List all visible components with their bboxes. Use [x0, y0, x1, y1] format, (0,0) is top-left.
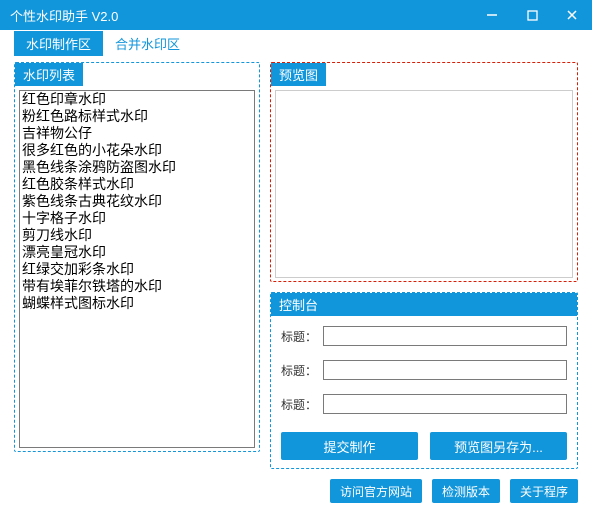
- preview-image-area: [275, 90, 573, 278]
- list-item[interactable]: 吉祥物公仔: [20, 125, 254, 142]
- maximize-button[interactable]: [512, 0, 552, 30]
- submit-label: 提交制作: [323, 440, 375, 455]
- tab-merge[interactable]: 合并水印区: [103, 31, 192, 56]
- list-item[interactable]: 十字格子水印: [20, 210, 254, 227]
- window-title: 个性水印助手 V2.0: [10, 6, 472, 25]
- list-item[interactable]: 很多红色的小花朵水印: [20, 142, 254, 159]
- close-icon: [566, 9, 578, 21]
- close-button[interactable]: [552, 0, 592, 30]
- list-item[interactable]: 带有埃菲尔铁塔的水印: [20, 278, 254, 295]
- console-body: 标题： 标题： 标题： 提交制作 预览图另存为...: [271, 316, 577, 468]
- console-panel-label: 控制台: [271, 293, 577, 316]
- footer: 访问官方网站 检测版本 关于程序: [0, 475, 592, 511]
- field2-label: 标题：: [281, 362, 317, 379]
- website-label: 访问官方网站: [340, 485, 412, 499]
- list-item[interactable]: 红色印章水印: [20, 91, 254, 108]
- list-item[interactable]: 蝴蝶样式图标水印: [20, 295, 254, 312]
- minimize-button[interactable]: [472, 0, 512, 30]
- minimize-icon: [486, 9, 498, 21]
- list-item[interactable]: 红色胶条样式水印: [20, 176, 254, 193]
- checkver-label: 检测版本: [442, 485, 490, 499]
- form-row-3: 标题：: [281, 394, 567, 414]
- console-panel: 控制台 标题： 标题： 标题： 提交制作 预览图另存为...: [270, 292, 578, 469]
- maximize-icon: [527, 10, 538, 21]
- preview-panel-label: 预览图: [271, 63, 326, 86]
- form-row-2: 标题：: [281, 360, 567, 380]
- list-item[interactable]: 剪刀线水印: [20, 227, 254, 244]
- title-input-1[interactable]: [323, 326, 567, 346]
- list-panel-label: 水印列表: [15, 63, 83, 86]
- about-button[interactable]: 关于程序: [510, 479, 578, 503]
- list-item[interactable]: 漂亮皇冠水印: [20, 244, 254, 261]
- tab-label: 水印制作区: [26, 37, 91, 52]
- watermark-listbox[interactable]: 红色印章水印粉红色路标样式水印吉祥物公仔很多红色的小花朵水印黑色线条涂鸦防盗图水…: [19, 90, 255, 448]
- submit-button[interactable]: 提交制作: [281, 432, 418, 460]
- right-panel: 预览图 控制台 标题： 标题： 标题： 提交制作: [270, 62, 578, 469]
- list-item[interactable]: 红绿交加彩条水印: [20, 261, 254, 278]
- saveas-label: 预览图另存为...: [454, 440, 543, 455]
- tabbar: 水印制作区 合并水印区: [0, 30, 592, 56]
- list-item[interactable]: 紫色线条古典花纹水印: [20, 193, 254, 210]
- tab-label: 合并水印区: [115, 37, 180, 52]
- list-item[interactable]: 粉红色路标样式水印: [20, 108, 254, 125]
- list-item[interactable]: 黑色线条涂鸦防盗图水印: [20, 159, 254, 176]
- save-as-button[interactable]: 预览图另存为...: [430, 432, 567, 460]
- field1-label: 标题：: [281, 328, 317, 345]
- title-input-3[interactable]: [323, 394, 567, 414]
- form-row-1: 标题：: [281, 326, 567, 346]
- left-panel: 水印列表 红色印章水印粉红色路标样式水印吉祥物公仔很多红色的小花朵水印黑色线条涂…: [14, 62, 260, 469]
- website-button[interactable]: 访问官方网站: [330, 479, 422, 503]
- field3-label: 标题：: [281, 396, 317, 413]
- tab-make[interactable]: 水印制作区: [14, 31, 103, 56]
- window-controls: [472, 0, 592, 30]
- console-buttons: 提交制作 预览图另存为...: [281, 432, 567, 460]
- check-version-button[interactable]: 检测版本: [432, 479, 500, 503]
- preview-panel: 预览图: [270, 62, 578, 282]
- titlebar: 个性水印助手 V2.0: [0, 0, 592, 30]
- content-area: 水印列表 红色印章水印粉红色路标样式水印吉祥物公仔很多红色的小花朵水印黑色线条涂…: [0, 56, 592, 475]
- about-label: 关于程序: [520, 485, 568, 499]
- watermark-list-panel: 水印列表 红色印章水印粉红色路标样式水印吉祥物公仔很多红色的小花朵水印黑色线条涂…: [14, 62, 260, 452]
- title-input-2[interactable]: [323, 360, 567, 380]
